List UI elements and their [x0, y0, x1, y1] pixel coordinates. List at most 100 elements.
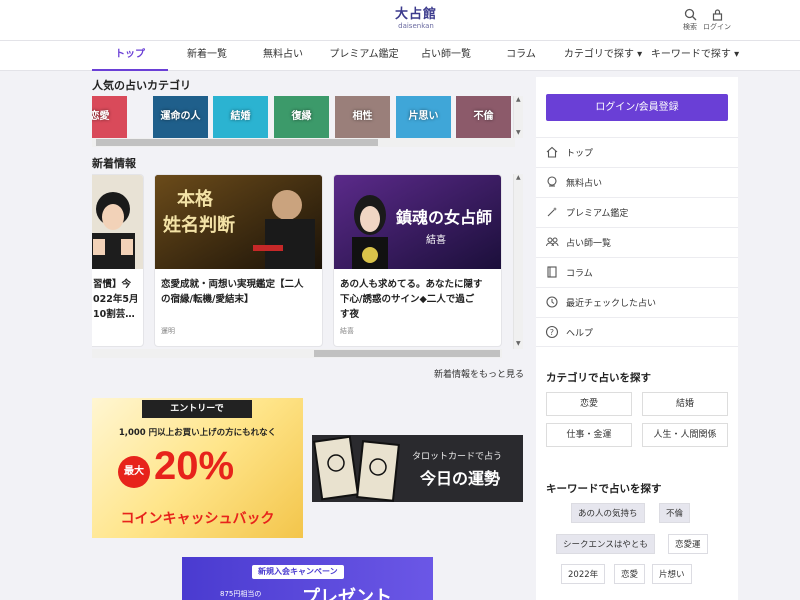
- news-horizontal-scrollbar[interactable]: [92, 349, 502, 358]
- banner-percent: 20%: [154, 444, 235, 488]
- sidebar: ログイン/会員登録 トップ 無料占い プレミアム鑑定 占い師一覧 コラム 最近チ…: [536, 77, 738, 600]
- scroll-down-arrow-icon[interactable]: ▼: [516, 129, 521, 136]
- scroll-up-arrow-icon[interactable]: ▲: [516, 174, 521, 181]
- card-image-text: 本格: [177, 188, 214, 210]
- tab-free[interactable]: 無料占い: [250, 41, 316, 71]
- login-label: ログイン: [703, 23, 731, 31]
- category-button-work-money[interactable]: 仕事・金運: [546, 423, 632, 447]
- keyword-chip[interactable]: 恋愛: [614, 564, 646, 584]
- category-tile-unrequited[interactable]: 片思い: [396, 96, 451, 138]
- sidebar-item-premium[interactable]: プレミアム鑑定: [536, 197, 738, 227]
- card-image-text: 鎮魂の女占師: [396, 208, 492, 227]
- tarot-cards-image: [313, 435, 400, 502]
- lock-icon: [712, 9, 722, 21]
- news-card-author: 暹明: [161, 327, 175, 335]
- category-carousel: 恋愛 運命の人 結婚 復縁 相性 片思い 不倫: [92, 96, 515, 138]
- tab-new[interactable]: 新着一覧: [172, 41, 242, 71]
- sidebar-item-history[interactable]: 最近チェックした占い: [536, 287, 738, 317]
- home-icon: [546, 146, 558, 158]
- tarot-title: 今日の運勢: [420, 469, 501, 488]
- category-button-marriage[interactable]: 結婚: [642, 392, 728, 416]
- help-icon: ?: [545, 325, 559, 339]
- campaign-small-text: 875円相当の: [220, 590, 262, 598]
- category-tile-marriage[interactable]: 結婚: [213, 96, 268, 138]
- news-card-title: 習慣】今 022年5月 10割芸…: [93, 279, 139, 320]
- category-horizontal-scrollbar[interactable]: [92, 138, 515, 147]
- news-card[interactable]: 本格 姓名判断 恋愛成就・両想い実現鑑定【二人 の宿縁/転機/愛結末】 暹明: [154, 174, 323, 347]
- keyword-chip[interactable]: 恋愛運: [668, 534, 708, 554]
- campaign-banner[interactable]: 新規入会キャンペーン 875円相当の プレゼント: [182, 557, 433, 600]
- sidebar-item-top[interactable]: トップ: [536, 137, 738, 167]
- logo-main-text: 大占館: [394, 7, 437, 22]
- sidebar-item-help[interactable]: ? ヘルプ: [536, 317, 738, 347]
- tab-fortune-tellers[interactable]: 占い師一覧: [412, 41, 480, 71]
- keyword-chip[interactable]: あの人の気持ち: [571, 503, 645, 523]
- svg-text:?: ?: [550, 328, 554, 337]
- news-vertical-scrollbar[interactable]: ▲ ▼: [513, 174, 523, 349]
- news-card[interactable]: 習慣】今 022年5月 10割芸…: [92, 174, 144, 347]
- news-card-title: 恋愛成就・両想い実現鑑定【二人 の宿縁/転機/愛結末】: [161, 279, 304, 305]
- category-tile-compatibility[interactable]: 相性: [335, 96, 390, 138]
- logo-sub-text: daisenkan: [398, 22, 434, 30]
- keyword-chip[interactable]: シークエンスはやとも: [556, 534, 655, 554]
- main-nav: トップ 新着一覧 無料占い プレミアム鑑定 占い師一覧 コラム カテゴリで探す …: [0, 41, 800, 71]
- tab-top[interactable]: トップ: [92, 41, 168, 71]
- scroll-down-arrow-icon[interactable]: ▼: [516, 340, 521, 347]
- scroll-up-arrow-icon[interactable]: ▲: [516, 96, 521, 103]
- keyword-chip[interactable]: 2022年: [561, 564, 606, 584]
- sidebar-item-label: 最近チェックした占い: [566, 299, 657, 309]
- magic-wand-icon: [547, 207, 557, 217]
- sidebar-item-fortune-tellers[interactable]: 占い師一覧: [536, 227, 738, 257]
- tab-category-search[interactable]: カテゴリで探す ▾: [562, 41, 644, 71]
- cashback-banner[interactable]: エントリーで 1,000 円以上お買い上げの方にもれなく 最大 20% コインキ…: [92, 398, 303, 538]
- news-card-image: 鎮魂の女占師 結喜: [334, 175, 501, 269]
- news-card-title: あの人も求めてる。あなたに隠す 下心/誘惑のサイン◆二人で過ご す夜: [340, 279, 483, 320]
- news-carousel: 習慣】今 022年5月 10割芸… 本格 姓名判断 恋愛成就・両想い実現鑑定【二…: [92, 174, 502, 349]
- sidebar-item-label: トップ: [566, 149, 594, 159]
- news-card-author: 結喜: [340, 327, 354, 335]
- category-button-life-relations[interactable]: 人生・人間関係: [642, 423, 728, 447]
- login-register-button[interactable]: ログイン/会員登録: [546, 94, 728, 121]
- tarot-subtitle: タロットカードで占う: [412, 452, 503, 462]
- keyword-search-title: キーワードで占いを探す: [546, 483, 662, 495]
- search-button[interactable]: 検索: [675, 8, 705, 32]
- tab-premium[interactable]: プレミアム鑑定: [324, 41, 404, 71]
- site-logo[interactable]: 大占館 daisenkan: [394, 7, 438, 31]
- sidebar-item-label: コラム: [566, 269, 593, 279]
- popular-categories-title: 人気の占いカテゴリ: [92, 79, 191, 92]
- category-tile-love[interactable]: 恋愛: [92, 96, 127, 138]
- crystal-icon: [547, 176, 557, 187]
- sidebar-item-free[interactable]: 無料占い: [536, 167, 738, 197]
- book-icon: [547, 266, 557, 278]
- keyword-chip[interactable]: 片想い: [652, 564, 692, 584]
- history-icon: [546, 296, 558, 308]
- login-header-button[interactable]: ログイン: [702, 8, 732, 32]
- category-search-title: カテゴリで占いを探す: [546, 372, 651, 384]
- news-card-image: 本格 姓名判断: [155, 175, 322, 269]
- sidebar-item-label: 占い師一覧: [566, 239, 612, 249]
- banner-cashback-text: コインキャッシュバック: [120, 511, 275, 527]
- tab-column[interactable]: コラム: [488, 41, 554, 71]
- category-vertical-scrollbar[interactable]: ▲ ▼: [513, 96, 523, 138]
- category-tile-affair[interactable]: 不倫: [456, 96, 511, 138]
- search-label: 検索: [683, 23, 697, 31]
- category-button-love[interactable]: 恋愛: [546, 392, 632, 416]
- category-tile-destiny[interactable]: 運命の人: [153, 96, 208, 138]
- news-card-image: [92, 175, 143, 269]
- banner-entry-label: エントリーで: [142, 400, 252, 418]
- search-icon: [684, 8, 696, 21]
- sidebar-item-column[interactable]: コラム: [536, 257, 738, 287]
- scrollbar-thumb[interactable]: [314, 350, 500, 357]
- scrollbar-thumb[interactable]: [96, 139, 378, 146]
- tarot-banner[interactable]: タロットカードで占う 今日の運勢: [312, 435, 523, 502]
- news-card[interactable]: 鎮魂の女占師 結喜 あの人も求めてる。あなたに隠す 下心/誘惑のサイン◆二人で過…: [333, 174, 502, 347]
- campaign-big-text: プレゼント: [302, 587, 392, 600]
- svg-text:結喜: 結喜: [426, 233, 446, 246]
- news-title: 新着情報: [92, 157, 136, 170]
- keyword-chip[interactable]: 不倫: [659, 503, 691, 523]
- news-more-link[interactable]: 新着情報をもっと見る: [434, 367, 524, 380]
- category-tile-reunion[interactable]: 復縁: [274, 96, 329, 138]
- people-icon: [546, 237, 559, 247]
- tab-keyword-search[interactable]: キーワードで探す ▾: [650, 41, 740, 71]
- campaign-label: 新規入会キャンペーン: [252, 565, 344, 579]
